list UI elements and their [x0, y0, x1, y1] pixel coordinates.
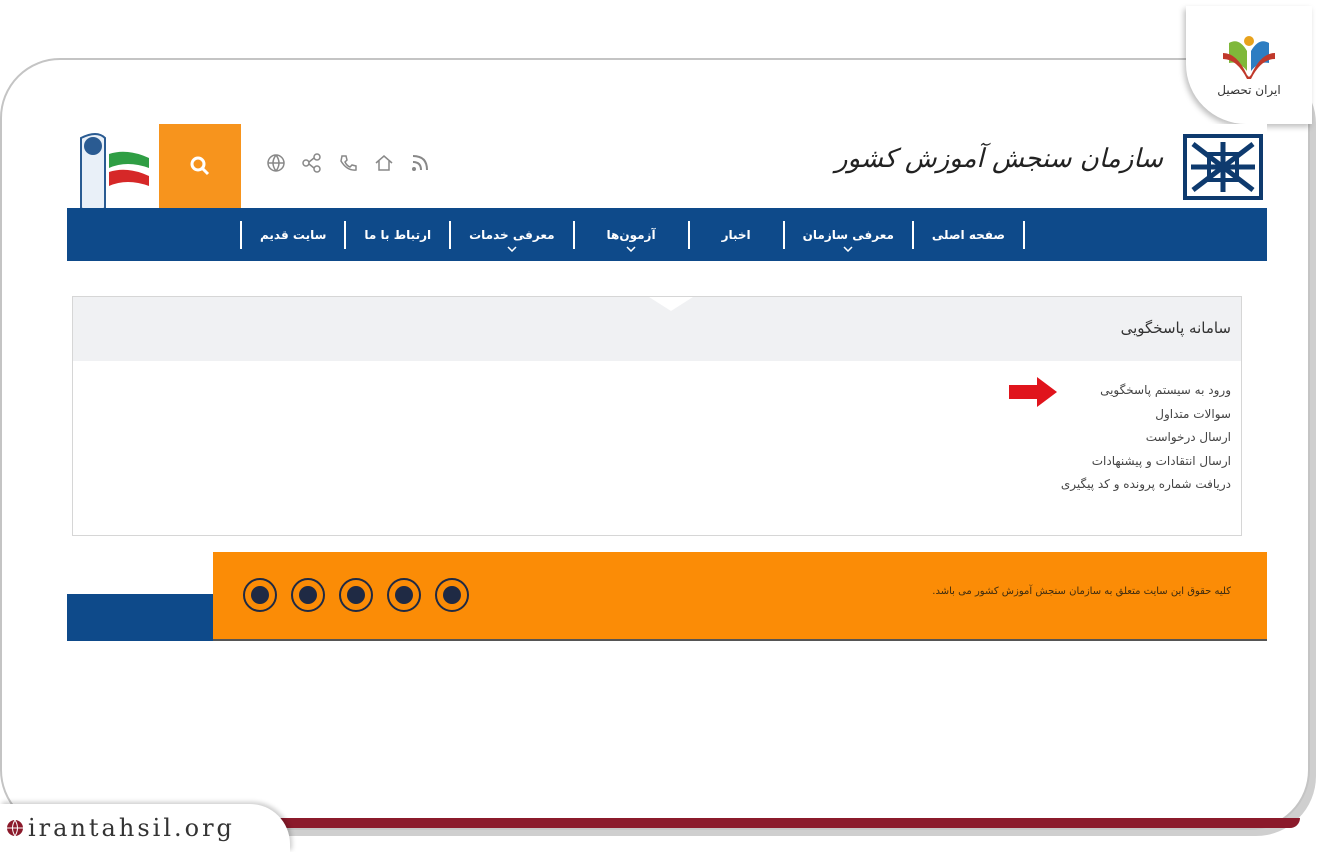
panel-title: سامانه پاسخگویی	[1120, 319, 1231, 337]
link-get-tracking-code[interactable]: دریافت شماره پرونده و کد پیگیری	[1061, 473, 1231, 497]
brand-badge: ایران تحصیل	[1186, 6, 1312, 124]
telegram-icon[interactable]	[339, 578, 373, 612]
nav-separator	[782, 220, 785, 249]
nav-separator	[449, 220, 452, 249]
national-emblem-icon	[80, 133, 149, 214]
home-icon[interactable]	[373, 152, 395, 174]
watermark-text: irantahsil.org	[28, 814, 235, 842]
nav-separator	[344, 220, 347, 249]
main-navigation: صفحه اصلی معرفی سازمان اخبار آزمون‌ها مع…	[67, 208, 1267, 261]
footer-blue-block	[67, 594, 213, 641]
brand-badge-label: ایران تحصیل	[1217, 83, 1281, 97]
site-header: سازمان سنجش آموزش کشور	[67, 124, 1267, 214]
nav-item-contact[interactable]: ارتباط با ما	[358, 228, 437, 242]
nav-item-about[interactable]: معرفی سازمان	[797, 228, 900, 252]
social-icons	[243, 578, 469, 612]
nav-separator	[1023, 220, 1025, 249]
link-login-response-system[interactable]: ورود به سیستم پاسخگویی	[1061, 379, 1231, 403]
chevron-down-icon	[626, 245, 636, 252]
share-icon[interactable]	[301, 152, 323, 174]
quick-icons	[265, 152, 431, 174]
search-button[interactable]	[159, 124, 241, 208]
phone-icon[interactable]	[337, 152, 359, 174]
organization-logo-icon	[1183, 134, 1263, 200]
panel-header: سامانه پاسخگویی	[73, 297, 1241, 361]
nav-separator	[687, 220, 690, 249]
link-faq[interactable]: سوالات متداول	[1061, 403, 1231, 427]
globe-icon	[7, 819, 23, 837]
nav-item-services[interactable]: معرفی خدمات	[463, 228, 560, 252]
nav-list: صفحه اصلی معرفی سازمان اخبار آزمون‌ها مع…	[228, 208, 1037, 261]
panel-notch	[649, 297, 693, 311]
search-icon	[190, 156, 210, 176]
instagram-icon[interactable]	[291, 578, 325, 612]
site-footer: کلیه حقوق این سایت متعلق به سازمان سنجش …	[213, 552, 1267, 641]
chevron-down-icon	[507, 245, 517, 252]
bale-icon[interactable]	[387, 578, 421, 612]
panel-link-list: ورود به سیستم پاسخگویی سوالات متداول ارس…	[1061, 379, 1231, 497]
link-send-feedback[interactable]: ارسال انتقادات و پیشنهادات	[1061, 450, 1231, 474]
rubika-icon[interactable]	[435, 578, 469, 612]
nav-item-news[interactable]: اخبار	[702, 228, 771, 242]
nav-separator	[240, 220, 242, 249]
nav-separator	[911, 220, 914, 249]
organization-name: سازمان سنجش آموزش کشور	[835, 144, 1163, 174]
globe-icon[interactable]	[265, 152, 287, 174]
footer-copyright: کلیه حقوق این سایت متعلق به سازمان سنجش …	[932, 586, 1231, 597]
nav-item-exams[interactable]: آزمون‌ها	[587, 228, 676, 252]
red-arrow-icon	[1009, 377, 1057, 407]
nav-separator	[572, 220, 575, 249]
book-logo-icon	[1223, 36, 1275, 79]
nav-item-old-site[interactable]: سایت قدیم	[254, 228, 332, 242]
nav-item-home[interactable]: صفحه اصلی	[926, 228, 1011, 242]
footer-divider	[213, 639, 1267, 641]
rss-icon[interactable]	[409, 152, 431, 174]
aparat-icon[interactable]	[243, 578, 277, 612]
link-send-request[interactable]: ارسال درخواست	[1061, 426, 1231, 450]
watermark: irantahsil.org	[0, 804, 290, 852]
response-system-panel: سامانه پاسخگویی ورود به سیستم پاسخگویی س…	[72, 296, 1242, 536]
chevron-down-icon	[843, 245, 853, 252]
